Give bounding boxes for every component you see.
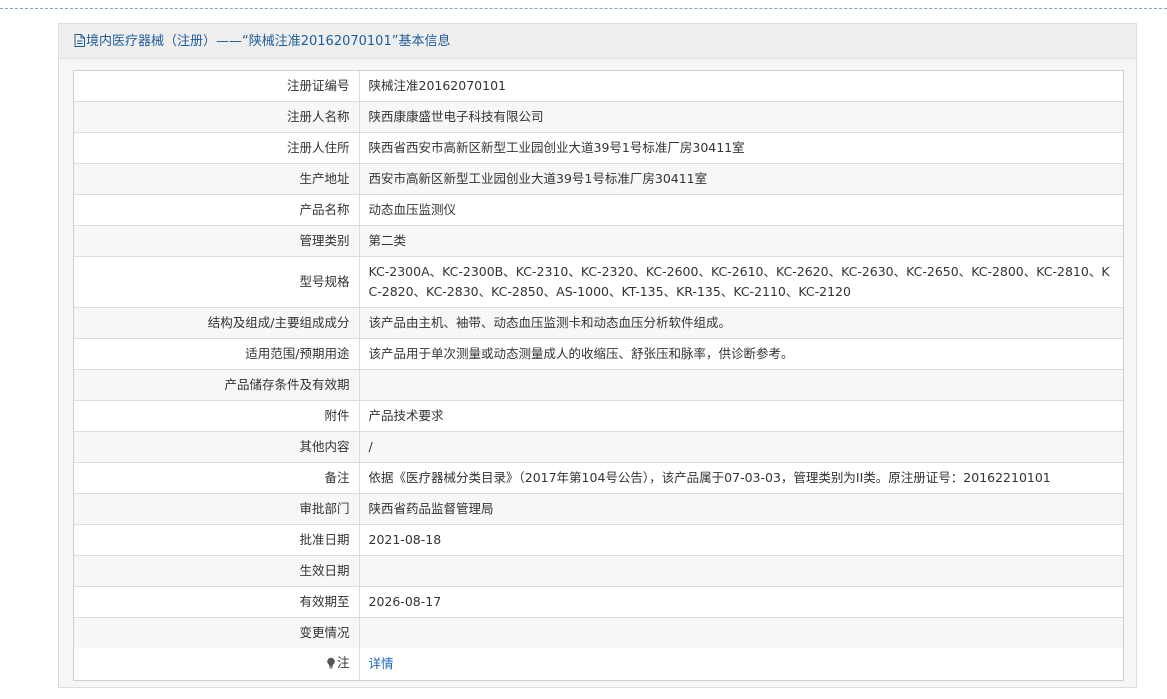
info-table: 注册证编号 陕械注准20162070101 注册人名称 陕西康康盛世电子科技有限公司注… [74, 71, 1123, 680]
table-row: 型号规格 KC-2300A、KC-2300B、KC-2310、KC-2320、KC… [74, 256, 1123, 308]
info-table-container: 注册证编号 陕械注准20162070101 注册人名称 陕西康康盛世电子科技有限公司注… [73, 70, 1124, 681]
table-row: 结构及组成/主要组成成分 该产品由主机、袖带、动态血压监测卡和动态血压分析软件组成… [74, 307, 1123, 339]
lightbulb-icon [326, 655, 336, 675]
table-row: 注册证编号 陕械注准20162070101 [74, 71, 1123, 102]
row-label: 变更情况 [74, 617, 360, 648]
table-row: 产品名称 动态血压监测仪 [74, 194, 1123, 226]
row-label: 注册证编号 [74, 71, 360, 102]
row-label: 生产地址 [74, 163, 360, 195]
basic-info-panel: 境内医疗器械（注册）——“陕械注准20162070101”基本信息 注册证编号陕… [58, 23, 1137, 688]
row-label: 管理类别 [74, 225, 360, 257]
table-row: 产品储存条件及有效期 [74, 369, 1123, 401]
table-row: 审批部门 陕西省药品监督管理局 [74, 493, 1123, 525]
top-divider [0, 0, 1167, 9]
row-value: 西安市高新区新型工业园创业大道39号1号标准厂房30411室 [358, 163, 1123, 195]
row-label: 注 [74, 648, 360, 680]
table-row: 附件 产品技术要求 [74, 400, 1123, 432]
table-row: 备注 依据《医疗器械分类目录》（2017年第104号公告），该产品属于07-03-… [74, 462, 1123, 494]
row-value: KC-2300A、KC-2300B、KC-2310、KC-2320、KC-260… [358, 256, 1123, 308]
row-value: 动态血压监测仪 [358, 194, 1123, 226]
row-label: 注册人住所 [74, 132, 360, 164]
row-value: 该产品用于单次测量或动态测量成人的收缩压、舒张压和脉率，供诊断参考。 [358, 338, 1123, 370]
row-label: 结构及组成/主要组成成分 [74, 307, 360, 339]
row-value: 陕西康康盛世电子科技有限公司 [358, 101, 1123, 133]
row-value: 产品技术要求 [358, 400, 1123, 432]
row-value: 该产品由主机、袖带、动态血压监测卡和动态血压分析软件组成。 [358, 307, 1123, 339]
table-row: 生产地址 西安市高新区新型工业园创业大道39号1号标准厂房30411室 [74, 163, 1123, 195]
details-link[interactable]: 详情 [369, 656, 394, 671]
row-value: 第二类 [358, 225, 1123, 257]
row-label: 生效日期 [74, 555, 360, 587]
panel-header: 境内医疗器械（注册）——“陕械注准20162070101”基本信息 [59, 24, 1136, 59]
row-value [358, 617, 1123, 648]
row-value: 依据《医疗器械分类目录》（2017年第104号公告），该产品属于07-03-03… [358, 462, 1123, 494]
row-label: 注册人名称 [74, 101, 360, 133]
row-label: 备注 [74, 462, 360, 494]
table-row: 注册人住所 陕西省西安市高新区新型工业园创业大道39号1号标准厂房30411室 [74, 132, 1123, 164]
table-row: 管理类别 第二类 [74, 225, 1123, 257]
row-label: 型号规格 [74, 256, 360, 308]
note-label: 注 [336, 655, 350, 670]
row-label: 批准日期 [74, 524, 360, 556]
row-label: 有效期至 [74, 586, 360, 618]
row-label: 附件 [74, 400, 360, 432]
document-icon [74, 26, 85, 61]
row-value: 陕械注准20162070101 [358, 71, 1123, 102]
row-value: 陕西省药品监督管理局 [358, 493, 1123, 525]
table-row: 变更情况 [74, 617, 1123, 648]
row-value: / [358, 431, 1123, 463]
row-label: 产品储存条件及有效期 [74, 369, 360, 401]
row-value: 2021-08-18 [358, 524, 1123, 556]
row-label: 适用范围/预期用途 [74, 338, 360, 370]
table-row: 生效日期 [74, 555, 1123, 587]
row-label: 产品名称 [74, 194, 360, 226]
table-row: 注册人名称 陕西康康盛世电子科技有限公司 [74, 101, 1123, 133]
table-row: 有效期至 2026-08-17 [74, 586, 1123, 618]
row-value [358, 369, 1123, 401]
row-value: 2026-08-17 [358, 586, 1123, 618]
row-value [358, 555, 1123, 587]
row-value: 详情 [358, 648, 1123, 680]
table-row: 批准日期 2021-08-18 [74, 524, 1123, 556]
table-row: 适用范围/预期用途 该产品用于单次测量或动态测量成人的收缩压、舒张压和脉率，供诊断… [74, 338, 1123, 370]
row-value: 陕西省西安市高新区新型工业园创业大道39号1号标准厂房30411室 [358, 132, 1123, 164]
row-label: 其他内容 [74, 431, 360, 463]
table-row: 其他内容 / [74, 431, 1123, 463]
row-label: 审批部门 [74, 493, 360, 525]
panel-title: 境内医疗器械（注册）——“陕械注准20162070101”基本信息 [86, 34, 451, 49]
table-row-note: 注 详情 [74, 648, 1123, 680]
